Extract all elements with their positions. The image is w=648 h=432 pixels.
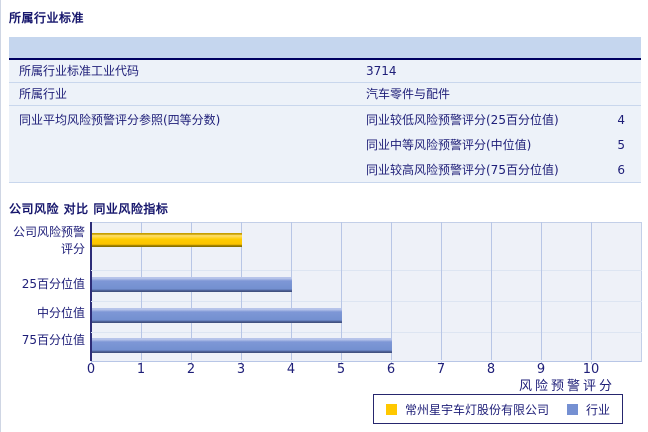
x-tick-label: 3: [226, 362, 256, 377]
section-title-industry-standard: 所属行业标准: [9, 9, 84, 26]
plot-row-separator: [91, 332, 642, 333]
chart-bar: [92, 338, 392, 353]
x-tick-label: 7: [426, 362, 456, 377]
quartile-list: 同业较低风险预警评分(25百分位值) 4 同业中等风险预警评分(中位值) 5 同…: [366, 108, 641, 183]
chart-x-axis-title: 风险预警评分: [415, 375, 615, 394]
x-tick-label: 9: [526, 362, 556, 377]
chart-bar: [92, 277, 292, 292]
table-row-quartile: 同业平均风险预警评分参照(四等分数) 同业较低风险预警评分(25百分位值) 4 …: [9, 106, 641, 183]
x-tick-label: 5: [326, 362, 356, 377]
industry-table: 所属行业标准工业代码 3714 所属行业 汽车零件与配件 同业平均风险预警评分参…: [9, 37, 641, 183]
legend-item: 行业: [567, 401, 610, 418]
x-tick-label: 2: [176, 362, 206, 377]
x-tick-label: 1: [126, 362, 156, 377]
grid-line: [441, 222, 442, 360]
x-tick-label: 8: [476, 362, 506, 377]
plot-row-separator: [91, 270, 642, 271]
quartile-item-label: 同业较低风险预警评分(25百分位值): [366, 108, 559, 133]
chart-bar: [92, 308, 342, 323]
row-label-quartile-reference: 同业平均风险预警评分参照(四等分数): [9, 108, 366, 133]
quartile-item-75th: 同业较高风险预警评分(75百分位值) 6: [366, 158, 641, 183]
legend-swatch: [567, 404, 578, 415]
quartile-item-value: 5: [611, 133, 625, 158]
category-label: 75百分位值: [5, 332, 85, 349]
legend-label: 行业: [586, 401, 610, 418]
row-label-industry: 所属行业: [9, 83, 366, 105]
row-label-industry-code: 所属行业标准工业代码: [9, 60, 366, 82]
x-tick-label: 6: [376, 362, 406, 377]
quartile-item-value: 6: [611, 158, 625, 183]
x-tick-label: 0: [76, 362, 106, 377]
row-value-industry-code: 3714: [366, 60, 641, 82]
category-label: 25百分位值: [5, 276, 85, 293]
quartile-item-median: 同业中等风险预警评分(中位值) 5: [366, 133, 641, 158]
table-header-row: [9, 37, 641, 60]
quartile-item-label: 同业较高风险预警评分(75百分位值): [366, 158, 559, 183]
x-tick-label: 10: [576, 362, 606, 377]
chart-bar: [92, 233, 242, 247]
legend-item: 常州星宇车灯股份有限公司: [386, 401, 549, 418]
row-value-industry: 汽车零件与配件: [366, 83, 641, 105]
grid-line: [491, 222, 492, 360]
grid-line: [591, 222, 592, 360]
category-label: 公司风险预警评分: [5, 224, 85, 258]
table-row: 所属行业 汽车零件与配件: [9, 83, 641, 106]
legend-swatch: [386, 404, 397, 415]
section-title-risk-comparison: 公司风险 对比 同业风险指标: [9, 200, 168, 217]
grid-line: [541, 222, 542, 360]
quartile-item-value: 4: [611, 108, 625, 133]
category-label: 中分位值: [5, 305, 85, 322]
quartile-item-25th: 同业较低风险预警评分(25百分位值) 4: [366, 108, 641, 133]
industry-standard-panel: 所属行业标准 所属行业标准工业代码 3714 所属行业 汽车零件与配件 同业平均…: [0, 0, 648, 432]
table-row: 所属行业标准工业代码 3714: [9, 60, 641, 83]
legend-label: 常州星宇车灯股份有限公司: [405, 401, 549, 418]
quartile-item-label: 同业中等风险预警评分(中位值): [366, 133, 531, 158]
chart-legend: 常州星宇车灯股份有限公司 行业: [373, 394, 623, 424]
x-tick-label: 4: [276, 362, 306, 377]
plot-row-separator: [91, 301, 642, 302]
